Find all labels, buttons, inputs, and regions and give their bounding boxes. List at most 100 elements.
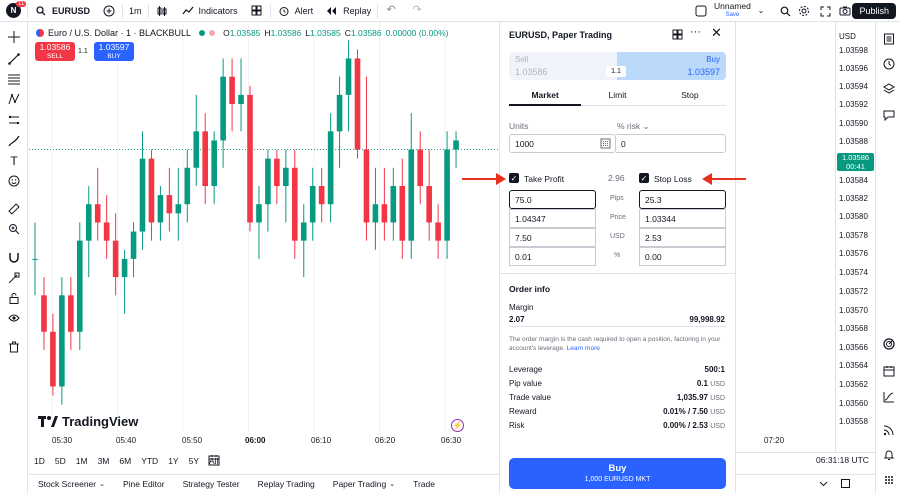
take-profit-checkbox[interactable]: ✓: [509, 173, 519, 183]
templates-button[interactable]: [244, 0, 270, 22]
fib-icon[interactable]: [7, 72, 21, 86]
range-option-1d[interactable]: 1D: [29, 456, 50, 466]
risk-label-wrap[interactable]: % risk ⌄: [617, 121, 650, 132]
bottom-tab-stock-screener[interactable]: Stock Screener ⌄: [29, 479, 114, 489]
quick-search-icon[interactable]: [778, 4, 792, 18]
risk-reward-ratio: 2.96: [608, 173, 625, 183]
layout-name[interactable]: Unnamed Save: [714, 2, 751, 20]
text-icon[interactable]: T: [7, 154, 21, 168]
panel-layout-icon[interactable]: [672, 29, 683, 42]
pattern-icon[interactable]: [7, 92, 21, 106]
risk-input[interactable]: 0: [616, 134, 726, 153]
camera-icon[interactable]: [838, 4, 852, 18]
order-tab-stop[interactable]: Stop: [654, 90, 726, 105]
bottom-tab-trade[interactable]: Trade: [404, 479, 444, 489]
price-scale-label: 1.03576: [839, 249, 868, 258]
indicators-button[interactable]: Indicators: [175, 0, 244, 22]
chart-pattern-icon[interactable]: [882, 390, 896, 404]
learn-more-link[interactable]: Learn more: [567, 345, 600, 352]
candle-up: [32, 258, 38, 260]
quick-sell-button[interactable]: 1.03586 SELL: [35, 42, 75, 61]
maximize-panel-icon[interactable]: [840, 478, 851, 491]
more-options-icon[interactable]: ···: [690, 26, 701, 38]
panel-sell-button[interactable]: Sell 1.03586: [509, 52, 617, 80]
order-tab-label: Limit: [608, 90, 627, 100]
calendar-icon[interactable]: [882, 364, 896, 378]
quick-buy-button[interactable]: 1.03597 BUY: [94, 42, 134, 61]
stop-loss-pips-input[interactable]: 25.3: [639, 190, 726, 209]
stop-loss-percent-input[interactable]: 0.00: [639, 247, 726, 266]
redo-button[interactable]: ↷: [404, 0, 430, 22]
range-option-1m[interactable]: 1M: [71, 456, 93, 466]
take-profit-price-input[interactable]: 1.04347: [509, 209, 596, 228]
broadcast-icon[interactable]: [882, 423, 896, 437]
lightning-icon[interactable]: ⚡: [451, 419, 464, 432]
projection-icon[interactable]: [7, 113, 21, 127]
range-option-5d[interactable]: 5D: [50, 456, 71, 466]
publish-button[interactable]: Publish: [852, 3, 896, 19]
take-profit-pips-input[interactable]: 75.0: [509, 190, 596, 209]
zoom-icon[interactable]: [7, 222, 21, 236]
stop-loss-checkbox[interactable]: ✓: [639, 173, 649, 183]
symbol-search[interactable]: EURUSD: [28, 0, 96, 22]
price-chart[interactable]: [29, 22, 499, 452]
calculator-icon[interactable]: [600, 138, 611, 151]
lock-icon[interactable]: [7, 291, 21, 305]
order-tab-limit[interactable]: Limit: [581, 90, 653, 105]
drawing-toolbar: T: [0, 22, 28, 493]
candle-up: [390, 186, 397, 223]
magnet-icon[interactable]: [7, 250, 21, 264]
undo-button[interactable]: ↶: [378, 0, 404, 22]
chat-icon[interactable]: [882, 108, 896, 122]
range-option-ytd[interactable]: YTD: [136, 456, 163, 466]
interval-selector[interactable]: 1m: [123, 0, 148, 22]
place-buy-order-button[interactable]: Buy 1,000 EURUSD MKT: [509, 458, 726, 489]
chevron-down-icon[interactable]: ⌄: [754, 4, 768, 18]
order-tab-market[interactable]: Market: [509, 90, 582, 106]
watchlist-icon[interactable]: [882, 32, 896, 46]
close-icon[interactable]: ✕: [711, 25, 722, 41]
candle-up: [300, 222, 307, 241]
bottom-tab-replay-trading[interactable]: Replay Trading: [249, 479, 324, 489]
trash-icon[interactable]: [7, 340, 21, 354]
bottom-tab-paper-trading[interactable]: Paper Trading ⌄: [324, 479, 404, 489]
settings-gear-icon[interactable]: [797, 4, 811, 18]
ruler-icon[interactable]: [7, 202, 21, 216]
utc-clock[interactable]: 06:31:18 UTC: [816, 455, 869, 465]
target-icon[interactable]: [882, 337, 896, 351]
alarm-icon[interactable]: [882, 57, 896, 71]
bottom-tab-strategy-tester[interactable]: Strategy Tester: [174, 479, 249, 489]
units-input[interactable]: 1000: [509, 134, 616, 153]
brush-icon[interactable]: [7, 134, 21, 148]
price-scale[interactable]: USD 1.03598 1.03596 1.03594 1.03592 1.03590 1…: [835, 22, 875, 452]
emoji-icon[interactable]: [7, 174, 21, 188]
bottom-tab-pine-editor[interactable]: Pine Editor: [114, 479, 174, 489]
chart-type-button[interactable]: [149, 0, 175, 22]
user-menu[interactable]: N 11: [0, 0, 27, 22]
range-option-6m[interactable]: 6M: [114, 456, 136, 466]
panel-buy-button[interactable]: Buy 1.03597: [617, 52, 726, 80]
layers-icon[interactable]: [882, 82, 896, 96]
range-option-1y[interactable]: 1Y: [163, 456, 183, 466]
range-option-3m[interactable]: 3M: [93, 456, 115, 466]
take-profit-percent-input[interactable]: 0.01: [509, 247, 596, 266]
crosshair-icon[interactable]: [7, 30, 21, 44]
stop-loss-usd-input[interactable]: 2.53: [639, 228, 726, 247]
layout-toggle[interactable]: [694, 4, 708, 19]
fullscreen-icon[interactable]: [818, 4, 832, 18]
stop-loss-price-input[interactable]: 1.03344: [639, 209, 726, 228]
date-range-calendar-icon[interactable]: [208, 454, 220, 468]
lock-draw-icon[interactable]: [7, 271, 21, 285]
take-profit-usd-input[interactable]: 7.50: [509, 228, 596, 247]
compare-button[interactable]: [96, 0, 122, 22]
annotation-arrowhead: [702, 173, 712, 185]
trend-line-icon[interactable]: [7, 52, 21, 66]
info-row-value-number: 0.1: [696, 379, 708, 388]
range-option-5y[interactable]: 5Y: [184, 456, 204, 466]
grid-icon[interactable]: [882, 473, 896, 487]
alert-button[interactable]: Alert: [271, 0, 320, 22]
eye-icon[interactable]: [7, 311, 21, 325]
minimize-panel-icon[interactable]: [818, 478, 829, 491]
replay-button[interactable]: Replay: [319, 0, 377, 22]
bell-icon[interactable]: [882, 448, 896, 462]
